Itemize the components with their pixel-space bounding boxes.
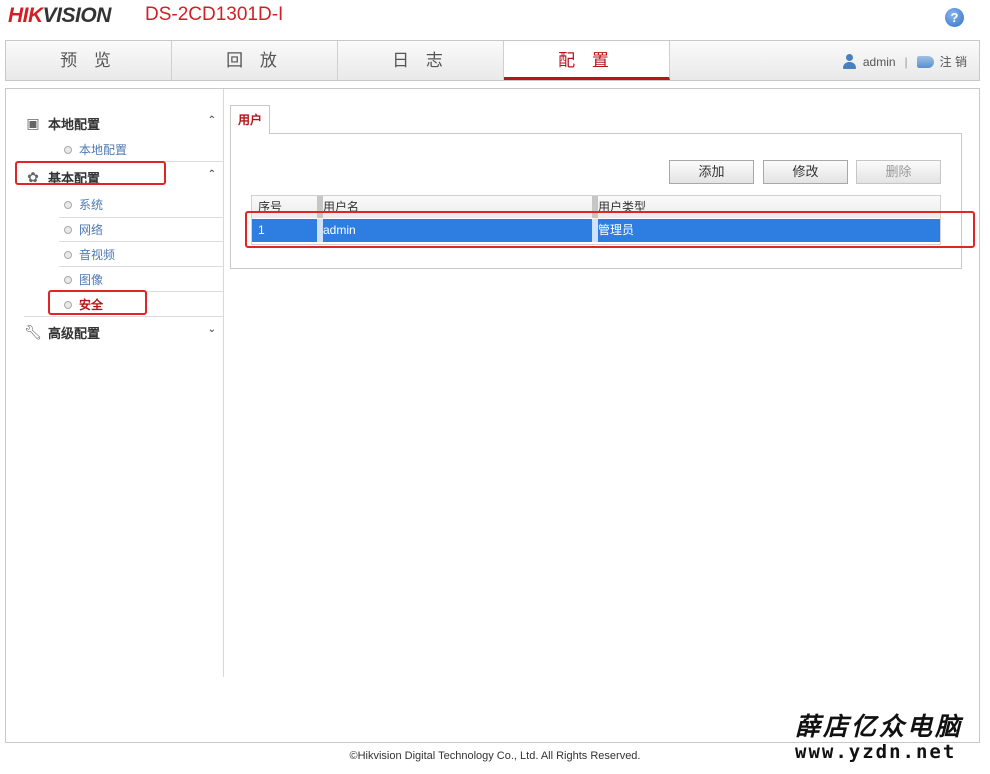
device-model: DS-2CD1301D-I xyxy=(145,4,284,25)
main-nav: 预 览 回 放 日 志 配 置 admin | 注 销 xyxy=(5,40,980,81)
modify-button[interactable]: 修改 xyxy=(763,160,848,184)
sidebar-item-label: 网络 xyxy=(79,223,104,237)
separator: | xyxy=(904,54,908,69)
username: admin xyxy=(862,54,896,69)
tab-preview[interactable]: 预 览 xyxy=(6,41,172,80)
sidebar-section-label: 高级配置 xyxy=(48,325,101,341)
delete-button[interactable]: 删除 xyxy=(856,160,941,184)
bullet-icon xyxy=(64,275,72,284)
add-button[interactable]: 添加 xyxy=(669,160,754,184)
user-area: admin | 注 销 xyxy=(842,53,967,70)
sidebar-item-network[interactable]: 网络 xyxy=(64,217,224,242)
sidebar-item-label: 图像 xyxy=(79,273,104,287)
annotation-box-user-row xyxy=(245,211,975,248)
sidebar-item-audio-video[interactable]: 音视频 xyxy=(64,242,224,267)
sidebar-item-system[interactable]: 系统 xyxy=(64,192,224,217)
tab-playback[interactable]: 回 放 xyxy=(172,41,338,80)
sidebar-item-label: 本地配置 xyxy=(79,143,128,157)
chevron-up-icon[interactable]: ⌃ xyxy=(208,169,216,180)
tab-log[interactable]: 日 志 xyxy=(338,41,504,80)
sidebar-section-advanced[interactable]: 🔧︎ 高级配置 ⌄ xyxy=(24,321,220,343)
logout-link[interactable]: 注 销 xyxy=(940,53,967,70)
sidebar-section-label: 本地配置 xyxy=(48,116,101,132)
sidebar-item-local-config[interactable]: 本地配置 xyxy=(64,137,224,162)
help-icon[interactable]: ? xyxy=(945,8,964,27)
hikvision-logo: HIKVISION xyxy=(8,4,111,27)
divider xyxy=(24,316,224,317)
bullet-icon xyxy=(64,145,72,154)
annotation-box-security xyxy=(48,290,147,315)
wrench-icon: 🔧︎ xyxy=(24,324,42,340)
user-icon xyxy=(842,54,857,69)
chevron-up-icon[interactable]: ⌃ xyxy=(208,115,216,126)
bullet-icon xyxy=(64,200,72,209)
sidebar-item-label: 系统 xyxy=(79,198,104,212)
logout-icon[interactable] xyxy=(916,55,934,68)
sidebar-section-local[interactable]: ▣ 本地配置 ⌃ xyxy=(24,112,220,134)
annotation-box-basic-config xyxy=(15,161,166,185)
bullet-icon xyxy=(64,250,72,259)
watermark: 薛店亿众电脑 www.yzdn.net xyxy=(795,712,964,764)
user-panel: 添加 修改 删除 序号 用户名 用户类型 1 admin 管理员 xyxy=(230,133,962,269)
sidebar-item-image[interactable]: 图像 xyxy=(64,267,224,292)
monitor-icon: ▣ xyxy=(26,115,40,131)
hikvision-config-page: HIKVISION DS-2CD1301D-I ? 预 览 回 放 日 志 配 … xyxy=(0,0,990,774)
sidebar-item-label: 音视频 xyxy=(79,248,116,262)
bullet-icon xyxy=(64,225,72,234)
tab-user[interactable]: 用户 xyxy=(230,105,270,134)
tab-configuration[interactable]: 配 置 xyxy=(504,41,670,80)
main-frame: ▣ 本地配置 ⌃ 本地配置 ✿ 基本配置 ⌃ 系统 网络 音视频 图像 安全 🔧… xyxy=(5,88,980,743)
chevron-down-icon[interactable]: ⌄ xyxy=(208,324,216,335)
